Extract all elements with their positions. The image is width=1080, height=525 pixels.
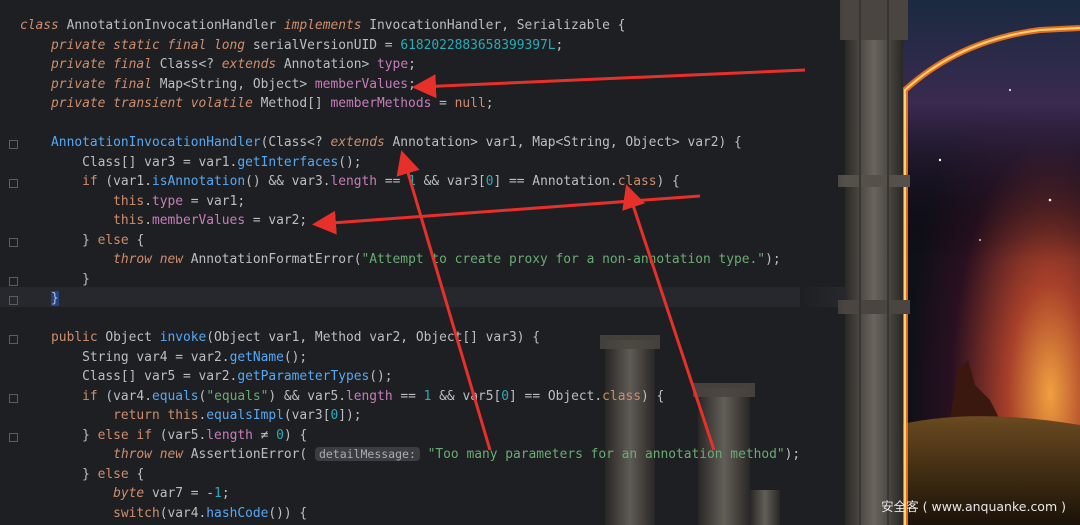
arrow-to-member-values-assignment	[312, 194, 701, 235]
arrow-to-member-values-field	[412, 68, 806, 99]
annotation-arrows	[312, 68, 806, 451]
arrow-to-object-param	[622, 184, 716, 451]
watermark: 安全客 ( www.anquanke.com )	[881, 499, 1066, 514]
arrow-to-annotation-param	[396, 150, 492, 451]
